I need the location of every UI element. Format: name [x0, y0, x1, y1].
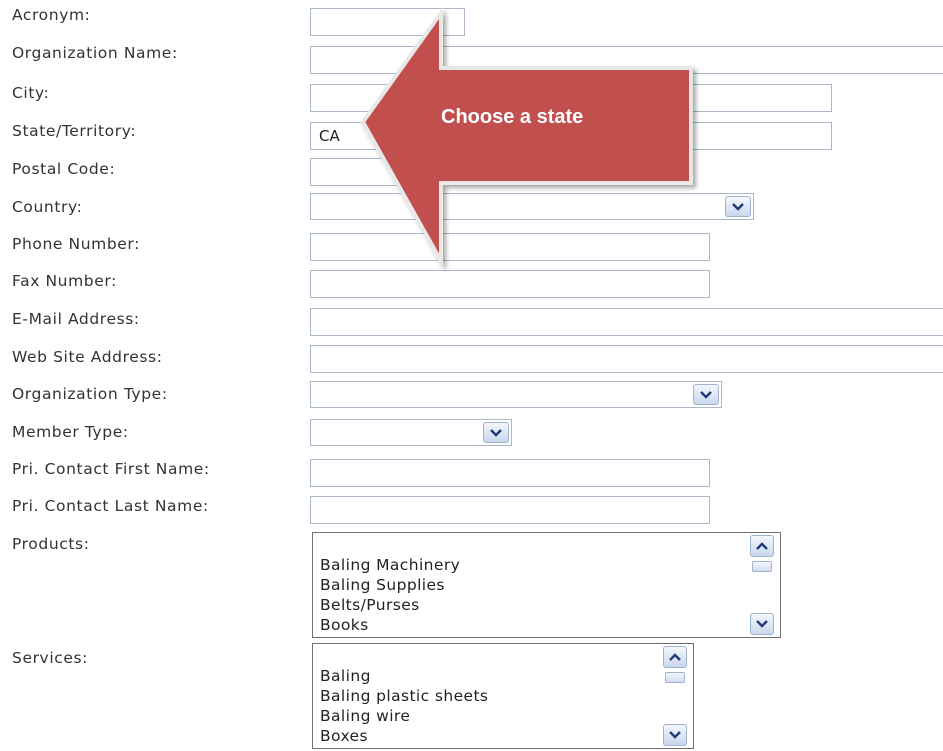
callout-text: Choose a state	[441, 106, 584, 128]
left-arrow-icon	[360, 6, 693, 269]
